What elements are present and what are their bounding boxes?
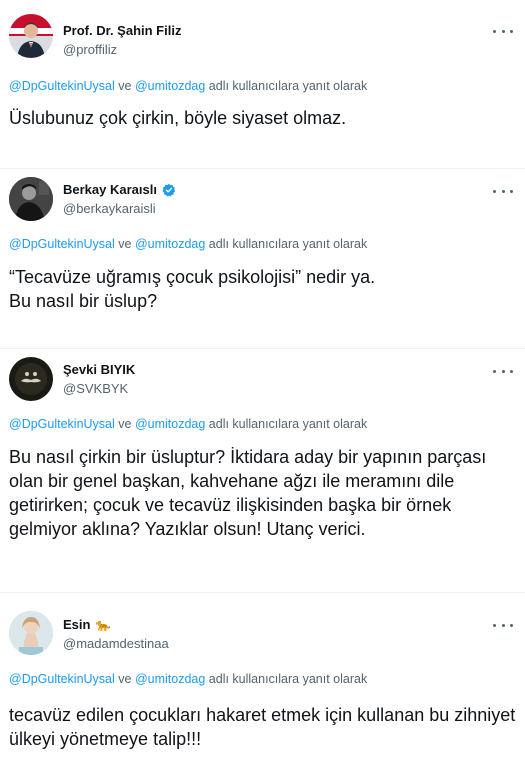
more-options-icon[interactable]	[493, 620, 513, 630]
reply-tweet[interactable]: Esin 🐆 @madamdestinaa @DpGultekinUysal v…	[0, 593, 525, 766]
connector-text: ve	[114, 417, 135, 431]
replying-to-line: @DpGultekinUysal ve @umitozdag adlı kull…	[9, 79, 367, 93]
verified-badge-icon	[162, 183, 176, 197]
mention-link[interactable]: @umitozdag	[135, 237, 205, 251]
user-handle[interactable]: @berkaykaraisli	[63, 201, 156, 216]
reply-tweet[interactable]: Prof. Dr. Şahin Filiz @proffiliz @DpGult…	[0, 0, 525, 168]
replies-feed: Prof. Dr. Şahin Filiz @proffiliz @DpGult…	[0, 0, 525, 766]
mention-link[interactable]: @DpGultekinUysal	[9, 79, 115, 93]
avatar[interactable]	[9, 14, 53, 58]
tweet-text: tecavüz edilen çocukları hakaret etmek i…	[9, 705, 521, 749]
display-name[interactable]: Şevki BIYIK	[63, 362, 135, 377]
mention-link[interactable]: @DpGultekinUysal	[9, 237, 115, 251]
replying-suffix: adlı kullanıcılara yanıt olarak	[205, 237, 368, 251]
connector-text: ve	[114, 79, 135, 93]
display-name[interactable]: Prof. Dr. Şahin Filiz	[63, 23, 181, 38]
avatar-image	[9, 357, 53, 401]
leopard-emoji-icon: 🐆	[95, 617, 111, 632]
mention-link[interactable]: @umitozdag	[135, 417, 205, 431]
avatar[interactable]	[9, 611, 53, 655]
replying-to-line: @DpGultekinUysal ve @umitozdag adlı kull…	[9, 672, 367, 686]
user-handle[interactable]: @madamdestinaa	[63, 636, 169, 651]
reply-tweet[interactable]: Berkay Karaıslı @berkaykaraisli @DpGulte…	[0, 169, 525, 348]
avatar[interactable]	[9, 177, 53, 221]
replying-to-line: @DpGultekinUysal ve @umitozdag adlı kull…	[9, 237, 367, 251]
user-handle[interactable]: @proffiliz	[63, 42, 117, 57]
replying-to-line: @DpGultekinUysal ve @umitozdag adlı kull…	[9, 417, 367, 431]
name-row: Esin 🐆	[63, 617, 110, 632]
tweet-text: Üslubunuz çok çirkin, böyle siyaset olma…	[9, 108, 347, 128]
name-row: Prof. Dr. Şahin Filiz	[63, 23, 181, 38]
replying-suffix: adlı kullanıcılara yanıt olarak	[205, 672, 368, 686]
name-row: Berkay Karaıslı	[63, 182, 176, 197]
name-row: Şevki BIYIK	[63, 362, 135, 377]
mention-link[interactable]: @umitozdag	[135, 79, 205, 93]
more-options-icon[interactable]	[493, 26, 513, 36]
replying-suffix: adlı kullanıcılara yanıt olarak	[205, 79, 368, 93]
mention-link[interactable]: @DpGultekinUysal	[9, 417, 115, 431]
avatar-image	[9, 177, 53, 221]
avatar[interactable]	[9, 357, 53, 401]
display-name[interactable]: Esin	[63, 617, 90, 632]
tweet-text: Bu nasıl çirkin bir üsluptur? İktidara a…	[9, 447, 492, 539]
avatar-image	[9, 14, 53, 58]
reply-tweet[interactable]: Şevki BIYIK @SVKBYK @DpGultekinUysal ve …	[0, 349, 525, 592]
connector-text: ve	[114, 237, 135, 251]
mention-link[interactable]: @DpGultekinUysal	[9, 672, 115, 686]
more-options-icon[interactable]	[493, 186, 513, 196]
user-handle[interactable]: @SVKBYK	[63, 381, 128, 396]
more-options-icon[interactable]	[493, 366, 513, 376]
display-name[interactable]: Berkay Karaıslı	[63, 182, 157, 197]
tweet-text: “Tecavüze uğramış çocuk psikolojisi” ned…	[9, 267, 376, 311]
replying-suffix: adlı kullanıcılara yanıt olarak	[205, 417, 368, 431]
mention-link[interactable]: @umitozdag	[135, 672, 205, 686]
connector-text: ve	[114, 672, 135, 686]
avatar-image	[9, 611, 53, 655]
